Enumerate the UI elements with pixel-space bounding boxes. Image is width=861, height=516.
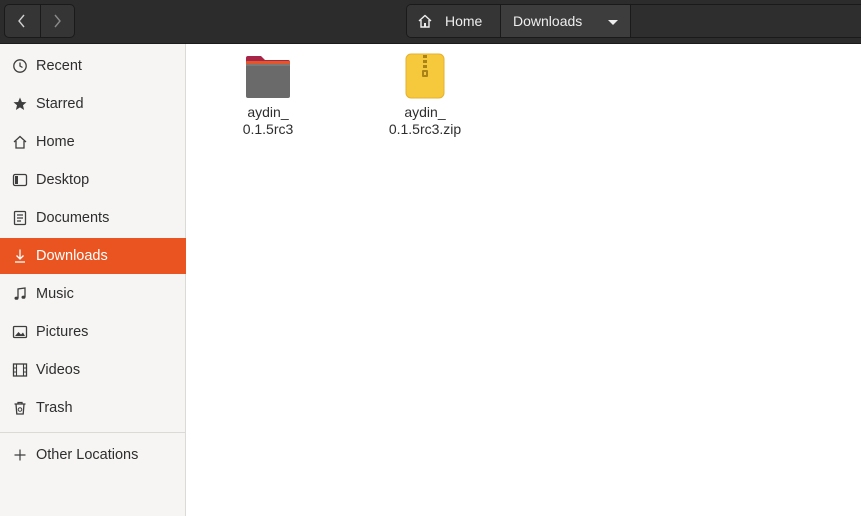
sidebar-item-label: Downloads — [36, 248, 108, 264]
music-icon — [12, 286, 28, 302]
file-name: aydin_ 0.1.5rc3.zip — [365, 104, 485, 138]
sidebar: Recent Starred Home Desktop Documents Do… — [0, 44, 186, 516]
sidebar-item-label: Pictures — [36, 324, 89, 340]
breadcrumb-downloads[interactable]: Downloads — [501, 5, 631, 37]
sidebar-item-videos[interactable]: Videos — [0, 352, 186, 388]
sidebar-item-label: Music — [36, 286, 74, 302]
file-view: aydin_ 0.1.5rc3 aydin_ 0.1.5rc3.zip — [187, 44, 861, 516]
trash-icon — [12, 400, 28, 416]
sidebar-item-trash[interactable]: Trash — [0, 390, 186, 426]
file-name-line1: aydin_ — [247, 104, 289, 120]
documents-icon — [12, 210, 28, 226]
forward-button[interactable] — [39, 5, 75, 37]
sidebar-item-music[interactable]: Music — [0, 276, 186, 312]
file-name: aydin_ 0.1.5rc3 — [208, 104, 328, 138]
plus-icon — [12, 447, 28, 463]
chevron-down-icon[interactable] — [608, 20, 618, 25]
sidebar-divider — [0, 432, 186, 433]
downloads-icon — [12, 248, 28, 264]
sidebar-item-label: Home — [36, 134, 75, 150]
home-icon — [12, 134, 28, 150]
zip-archive-icon — [405, 53, 445, 99]
desktop-icon — [12, 172, 28, 188]
sidebar-item-label: Trash — [36, 400, 73, 416]
sidebar-item-starred[interactable]: Starred — [0, 86, 186, 122]
sidebar-item-downloads[interactable]: Downloads — [0, 238, 186, 274]
sidebar-item-documents[interactable]: Documents — [0, 200, 186, 236]
breadcrumb-downloads-label: Downloads — [513, 13, 583, 29]
chevron-left-icon — [18, 14, 25, 28]
breadcrumb-home[interactable]: Home — [407, 5, 501, 37]
sidebar-item-label: Videos — [36, 362, 81, 378]
header-bar: Home Downloads — [0, 0, 861, 44]
chevron-right-icon — [54, 14, 62, 28]
file-name-line2: 0.1.5rc3 — [242, 121, 294, 137]
file-item-zip[interactable]: aydin_ 0.1.5rc3.zip — [365, 52, 485, 138]
sidebar-item-label: Other Locations — [36, 447, 139, 463]
videos-icon — [12, 362, 28, 378]
back-button[interactable] — [5, 5, 40, 37]
sidebar-item-home[interactable]: Home — [0, 124, 186, 160]
sidebar-item-recent[interactable]: Recent — [0, 48, 186, 84]
home-icon — [418, 14, 432, 28]
file-item-folder[interactable]: aydin_ 0.1.5rc3 — [208, 52, 328, 138]
breadcrumb: Home Downloads — [406, 4, 861, 38]
sidebar-item-label: Documents — [36, 210, 110, 226]
pictures-icon — [12, 324, 28, 340]
breadcrumb-home-label: Home — [445, 13, 483, 29]
sidebar-item-other-locations[interactable]: Other Locations — [0, 437, 186, 473]
sidebar-item-label: Recent — [36, 58, 82, 74]
file-name-line1: aydin_ — [404, 104, 446, 120]
recent-icon — [12, 58, 28, 74]
folder-icon — [246, 56, 290, 98]
file-name-line2: 0.1.5rc3.zip — [388, 121, 462, 137]
navigation-buttons — [4, 4, 75, 38]
sidebar-item-pictures[interactable]: Pictures — [0, 314, 186, 350]
sidebar-item-label: Starred — [36, 96, 84, 112]
sidebar-item-label: Desktop — [36, 172, 90, 188]
sidebar-item-desktop[interactable]: Desktop — [0, 162, 186, 198]
star-icon — [12, 96, 28, 112]
